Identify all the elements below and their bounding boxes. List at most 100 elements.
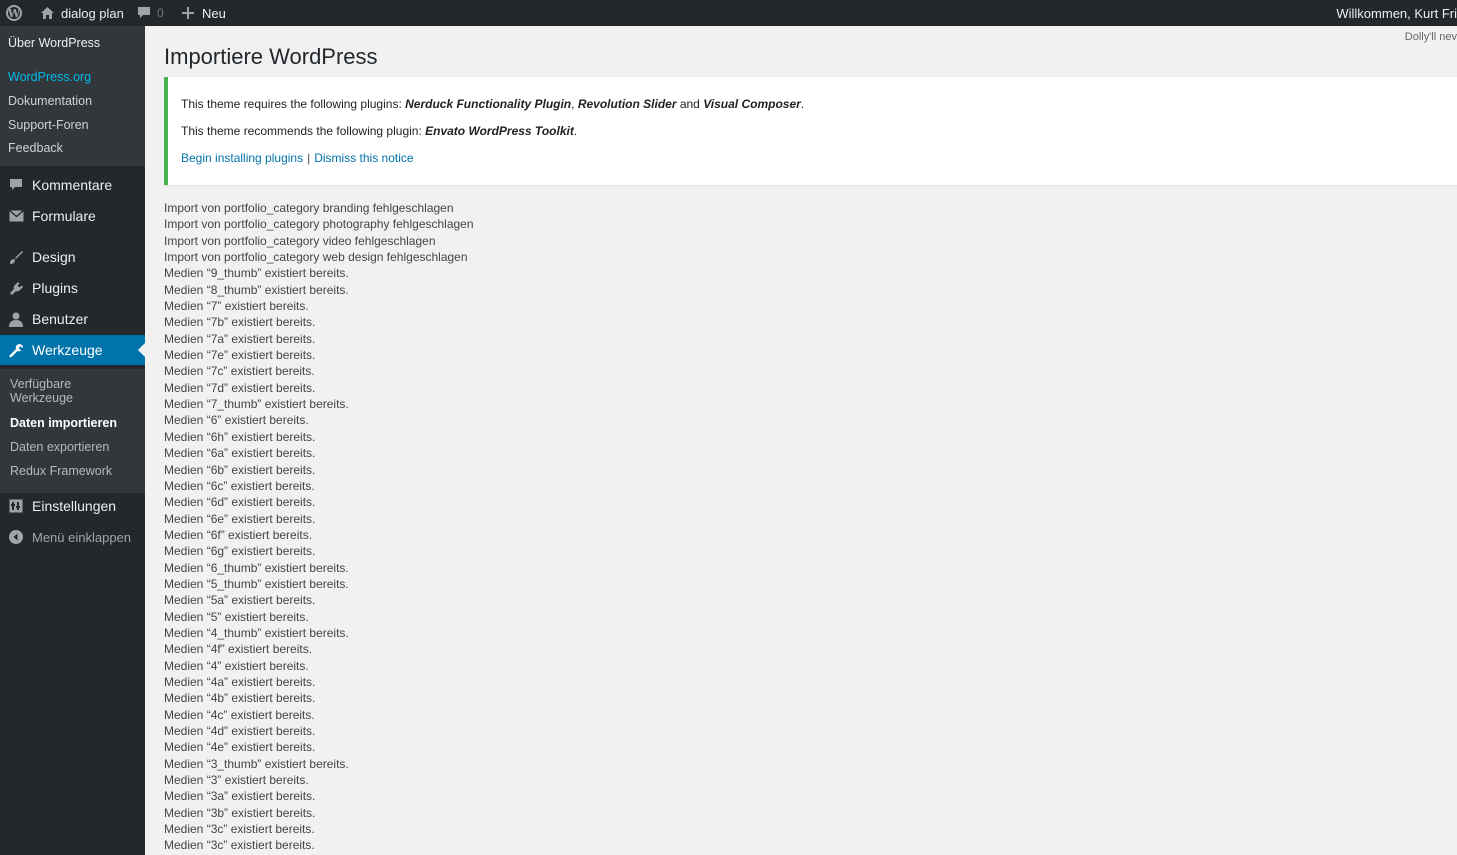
import-log-line: Medien “7_thumb” existiert bereits. [164,397,349,412]
submenu-import[interactable]: Daten importieren [10,416,135,430]
submenu-redux-framework[interactable]: Redux Framework [10,464,135,478]
admin-bar: W dialog plan 0 Neu Willkommen, Kurt Fri [0,0,1457,26]
envelope-icon [8,210,24,222]
import-log-line: Medien “4f” existiert bereits. [164,642,313,657]
notice-recommended-plugin: This theme recommends the following plug… [181,124,578,138]
import-log-line: Medien “4b” existiert bereits. [164,691,316,706]
site-name: dialog plan [61,5,124,21]
import-log-line: Import von portfolio_category photograph… [164,217,474,232]
dismiss-notice-link[interactable]: Dismiss this notice [314,151,413,165]
import-log-line: Medien “3c” existiert bereits. [164,838,315,853]
import-log-line: Import von portfolio_category web design… [164,250,468,265]
collapse-menu-button[interactable]: Menü einklappen [0,522,145,552]
menu-design[interactable]: Design [0,242,145,272]
plug-icon [8,281,24,296]
menu-tools[interactable]: Werkzeuge [0,335,145,365]
import-log-line: Medien “6h” existiert bereits. [164,429,316,444]
import-log-line: Medien “6d” existiert bereits. [164,495,316,510]
comments-link[interactable]: 0 [137,0,164,26]
import-log-line: Medien “3c” existiert bereits. [164,822,315,837]
wrench-icon [8,343,24,358]
import-log-line: Medien “4d” existiert bereits. [164,724,316,738]
menu-tools-label: Werkzeuge [32,342,103,358]
submenu-available-tools[interactable]: Verfügbare Werkzeuge [10,377,135,405]
submenu-about-wordpress[interactable]: Über WordPress [8,36,100,50]
begin-installing-plugins-link[interactable]: Begin installing plugins [181,151,303,165]
notice-separator: | [307,151,311,165]
import-log-line: Medien “6e” existiert bereits. [164,511,316,526]
import-log-line: Import von portfolio_category video fehl… [164,233,436,248]
submenu-export[interactable]: Daten exportieren [10,440,135,454]
import-log-line: Medien “5” existiert bereits. [164,609,309,624]
import-log-line: Medien “3b” existiert bereits. [164,805,316,820]
import-log-line: Medien “6_thumb” existiert bereits. [164,560,349,575]
menu-comments[interactable]: Kommentare [0,170,145,200]
import-log-line: Medien “4a” existiert bereits. [164,674,316,689]
home-icon [40,6,55,20]
plugin-visual-composer: Visual Composer [703,97,801,111]
welcome-text: Willkommen, Kurt Fri [1336,5,1457,21]
import-log-line: Medien “5_thumb” existiert bereits. [164,576,349,591]
import-log-line: Medien “5a” existiert bereits. [164,593,316,608]
admin-sidebar: Über WordPress WordPress.org Dokumentati… [0,26,145,855]
import-log-line: Medien “7b” existiert bereits. [164,315,316,330]
import-log-line: Medien “3a” existiert bereits. [164,789,316,804]
page-title: Importiere WordPress [164,44,378,69]
import-log-line: Medien “6” existiert bereits. [164,413,309,428]
menu-plugins[interactable]: Plugins [0,273,145,303]
menu-design-label: Design [32,249,76,265]
menu-comments-label: Kommentare [32,177,113,193]
wordpress-logo-menu[interactable]: W [6,0,22,26]
import-log-line: Medien “4_thumb” existiert bereits. [164,625,349,640]
menu-users[interactable]: Benutzer [0,304,145,334]
import-log: Import von portfolio_category branding f… [164,200,474,854]
tools-submenu: Verfügbare Werkzeuge Daten importieren D… [0,369,145,493]
new-label: Neu [202,5,226,21]
plugin-nerduck: Nerduck Functionality Plugin [405,97,572,111]
import-log-line: Medien “3” existiert bereits. [164,773,309,788]
main-content: Dolly'll nev Importiere WordPress This t… [145,26,1457,855]
menu-settings[interactable]: Einstellungen [0,491,145,521]
import-log-line: Medien “6b” existiert bereits. [164,462,316,477]
import-log-line: Medien “6c” existiert bereits. [164,478,315,493]
plugin-revolution-slider: Revolution Slider [577,97,677,111]
collapse-menu-label: Menü einklappen [32,529,132,545]
comment-icon [8,178,24,192]
import-log-line: Medien “9_thumb” existiert bereits. [164,266,349,281]
import-log-line: Medien “7d” existiert bereits. [164,380,316,395]
import-log-line: Medien “6a” existiert bereits. [164,446,316,461]
menu-forms-label: Formulare [32,208,96,224]
comments-count: 0 [157,6,164,20]
import-log-line: Medien “4” existiert bereits. [164,658,309,673]
notice-actions: Begin installing plugins | Dismiss this no… [181,151,414,165]
comment-icon [137,6,151,20]
submenu-wordpress-org[interactable]: WordPress.org [8,70,91,84]
collapse-arrow-icon [8,530,24,544]
import-log-line: Import von portfolio_category branding f… [164,201,454,215]
import-log-line: Medien “4e” existiert bereits. [164,740,316,755]
menu-plugins-label: Plugins [32,280,78,296]
submenu-documentation[interactable]: Dokumentation [8,94,92,108]
new-content-link[interactable]: Neu [181,0,226,26]
import-log-line: Medien “3_thumb” existiert bereits. [164,756,349,771]
menu-forms[interactable]: Formulare [0,201,145,231]
import-log-line: Medien “7c” existiert bereits. [164,364,315,379]
site-name-link[interactable]: dialog plan [40,0,124,26]
user-icon [8,312,24,327]
submenu-support-forums[interactable]: Support-Foren [8,118,89,132]
wordpress-submenu: Über WordPress WordPress.org Dokumentati… [0,26,145,166]
import-log-line: Medien “7e” existiert bereits. [164,348,316,363]
my-account-link[interactable]: Willkommen, Kurt Fri [1336,0,1457,26]
wordpress-logo-icon: W [6,5,22,21]
menu-users-label: Benutzer [32,311,89,327]
notice-required-plugins: This theme requires the following plugin… [181,97,805,111]
menu-settings-label: Einstellungen [32,498,117,514]
import-log-line: Medien “6g” existiert bereits. [164,544,316,559]
settings-icon [8,499,24,513]
submenu-feedback[interactable]: Feedback [8,141,63,155]
import-log-line: Medien “8_thumb” existiert bereits. [164,282,349,297]
import-log-line: Medien “7a” existiert bereits. [164,331,316,346]
plugin-notice: This theme requires the following plugin… [164,77,1457,185]
plugin-envato-toolkit: Envato WordPress Toolkit [425,124,574,138]
import-log-line: Medien “4c” existiert bereits. [164,707,315,722]
